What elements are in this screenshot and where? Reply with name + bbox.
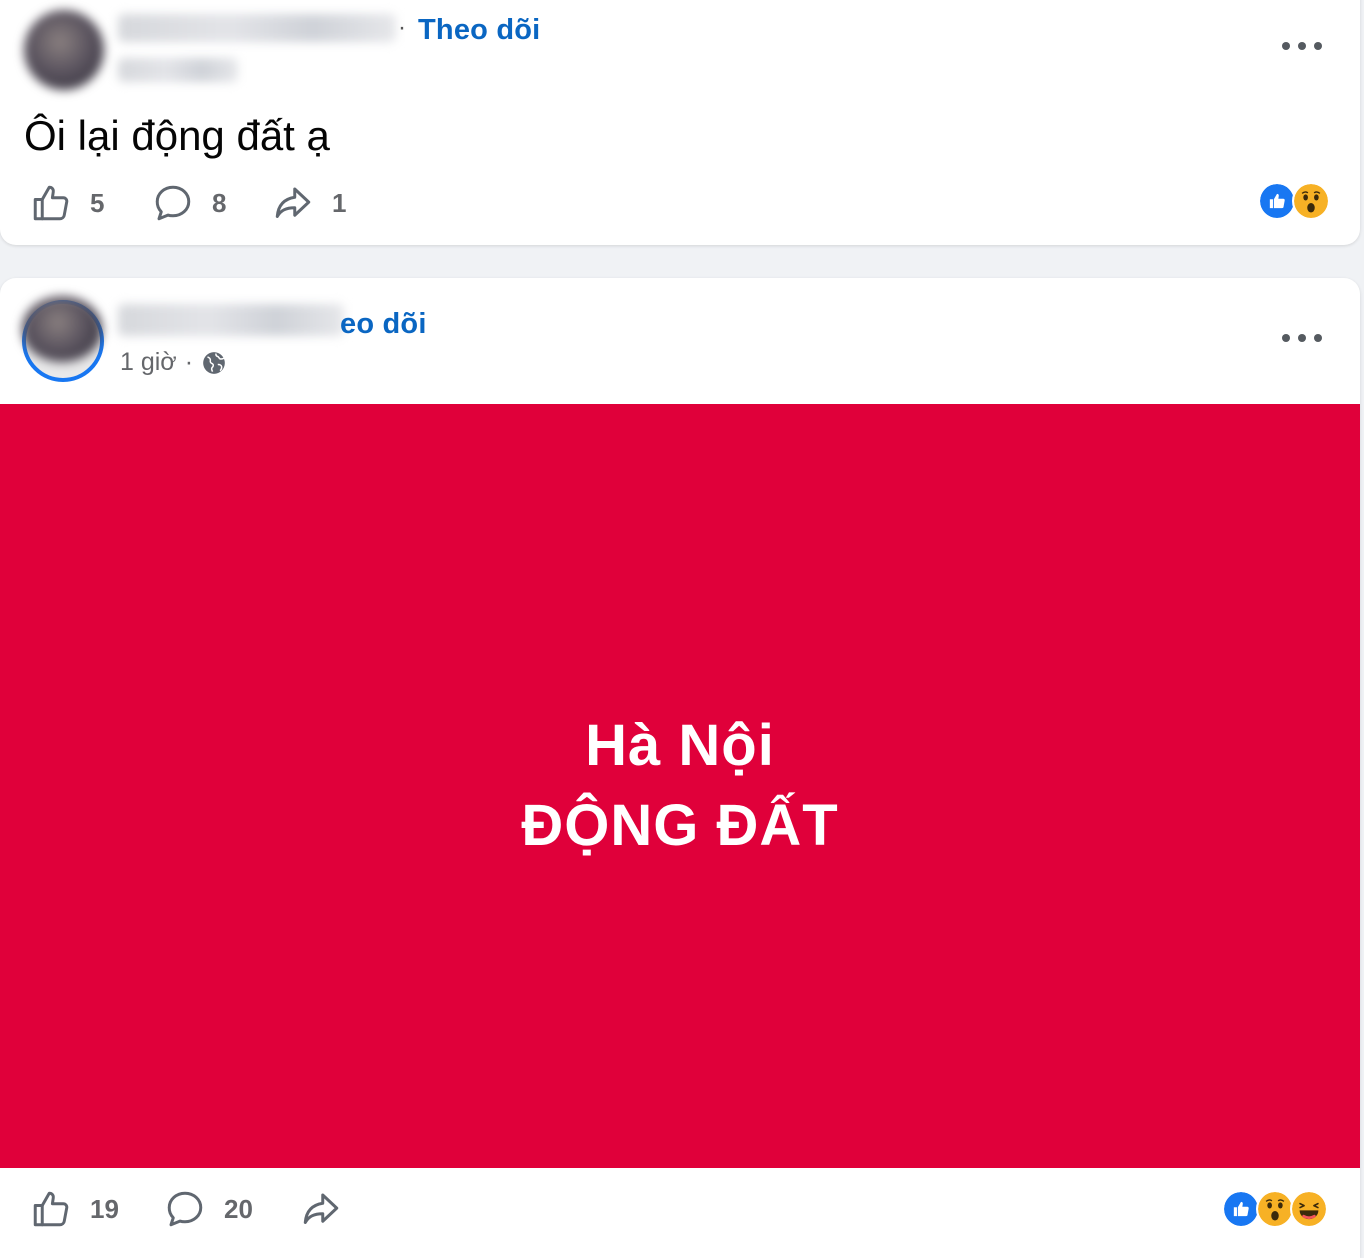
share-count: 1 (332, 187, 347, 218)
comment-icon (167, 1191, 203, 1227)
like-count: 5 (90, 187, 105, 218)
post-text: Ôi lại động đất ạ (24, 112, 330, 159)
meta-separator: · (184, 348, 194, 376)
post-card-2: eo dõi 1 giờ · Hà Nội ĐỘNG ĐẤT 19 20 (0, 278, 1360, 1258)
name-separator: · (398, 14, 406, 41)
more-dot-icon (1314, 334, 1322, 342)
haha-reaction-icon (1290, 1190, 1328, 1228)
follow-button[interactable]: eo dõi (340, 308, 427, 341)
more-options-button[interactable] (1282, 330, 1322, 346)
post-meta: 1 giờ · (120, 348, 227, 377)
share-icon (303, 1193, 339, 1224)
more-dot-icon (1298, 42, 1306, 50)
comment-count: 8 (212, 187, 227, 218)
comment-button[interactable]: 8 (152, 182, 226, 224)
share-button[interactable] (300, 1188, 342, 1230)
comment-icon (155, 185, 191, 221)
author-avatar[interactable] (24, 10, 104, 90)
like-reaction-icon (1222, 1190, 1260, 1228)
reaction-summary[interactable] (1222, 1190, 1328, 1228)
thumbs-up-icon (33, 1191, 69, 1227)
thumbs-up-icon (33, 185, 69, 221)
comment-button[interactable]: 20 (164, 1188, 253, 1230)
more-dot-icon (1282, 42, 1290, 50)
post-meta-redacted (118, 58, 238, 82)
wow-reaction-icon (1292, 182, 1330, 220)
more-options-button[interactable] (1282, 38, 1322, 54)
reaction-summary[interactable] (1258, 182, 1330, 220)
more-dot-icon (1314, 42, 1322, 50)
post-image-banner[interactable]: Hà Nội ĐỘNG ĐẤT (0, 404, 1360, 1168)
post-time[interactable]: 1 giờ (120, 348, 177, 377)
more-dot-icon (1282, 334, 1290, 342)
like-reaction-icon (1258, 182, 1296, 220)
author-avatar[interactable] (22, 296, 102, 362)
author-name-redacted[interactable] (118, 14, 396, 42)
wow-reaction-icon (1256, 1190, 1294, 1228)
banner-subtitle: ĐỘNG ĐẤT (521, 793, 839, 858)
share-button[interactable]: 1 (272, 182, 346, 224)
banner-title: Hà Nội (585, 713, 775, 778)
post-card-1: · Theo dõi Ôi lại động đất ạ 5 8 1 (0, 0, 1360, 245)
share-icon (275, 187, 311, 218)
author-name-redacted[interactable] (118, 304, 344, 336)
more-dot-icon (1298, 334, 1306, 342)
like-button[interactable]: 19 (30, 1188, 119, 1230)
like-button[interactable]: 5 (30, 182, 104, 224)
comment-count: 20 (224, 1193, 253, 1224)
globe-privacy-icon[interactable] (201, 350, 227, 376)
follow-button[interactable]: Theo dõi (418, 14, 540, 47)
like-count: 19 (90, 1193, 119, 1224)
